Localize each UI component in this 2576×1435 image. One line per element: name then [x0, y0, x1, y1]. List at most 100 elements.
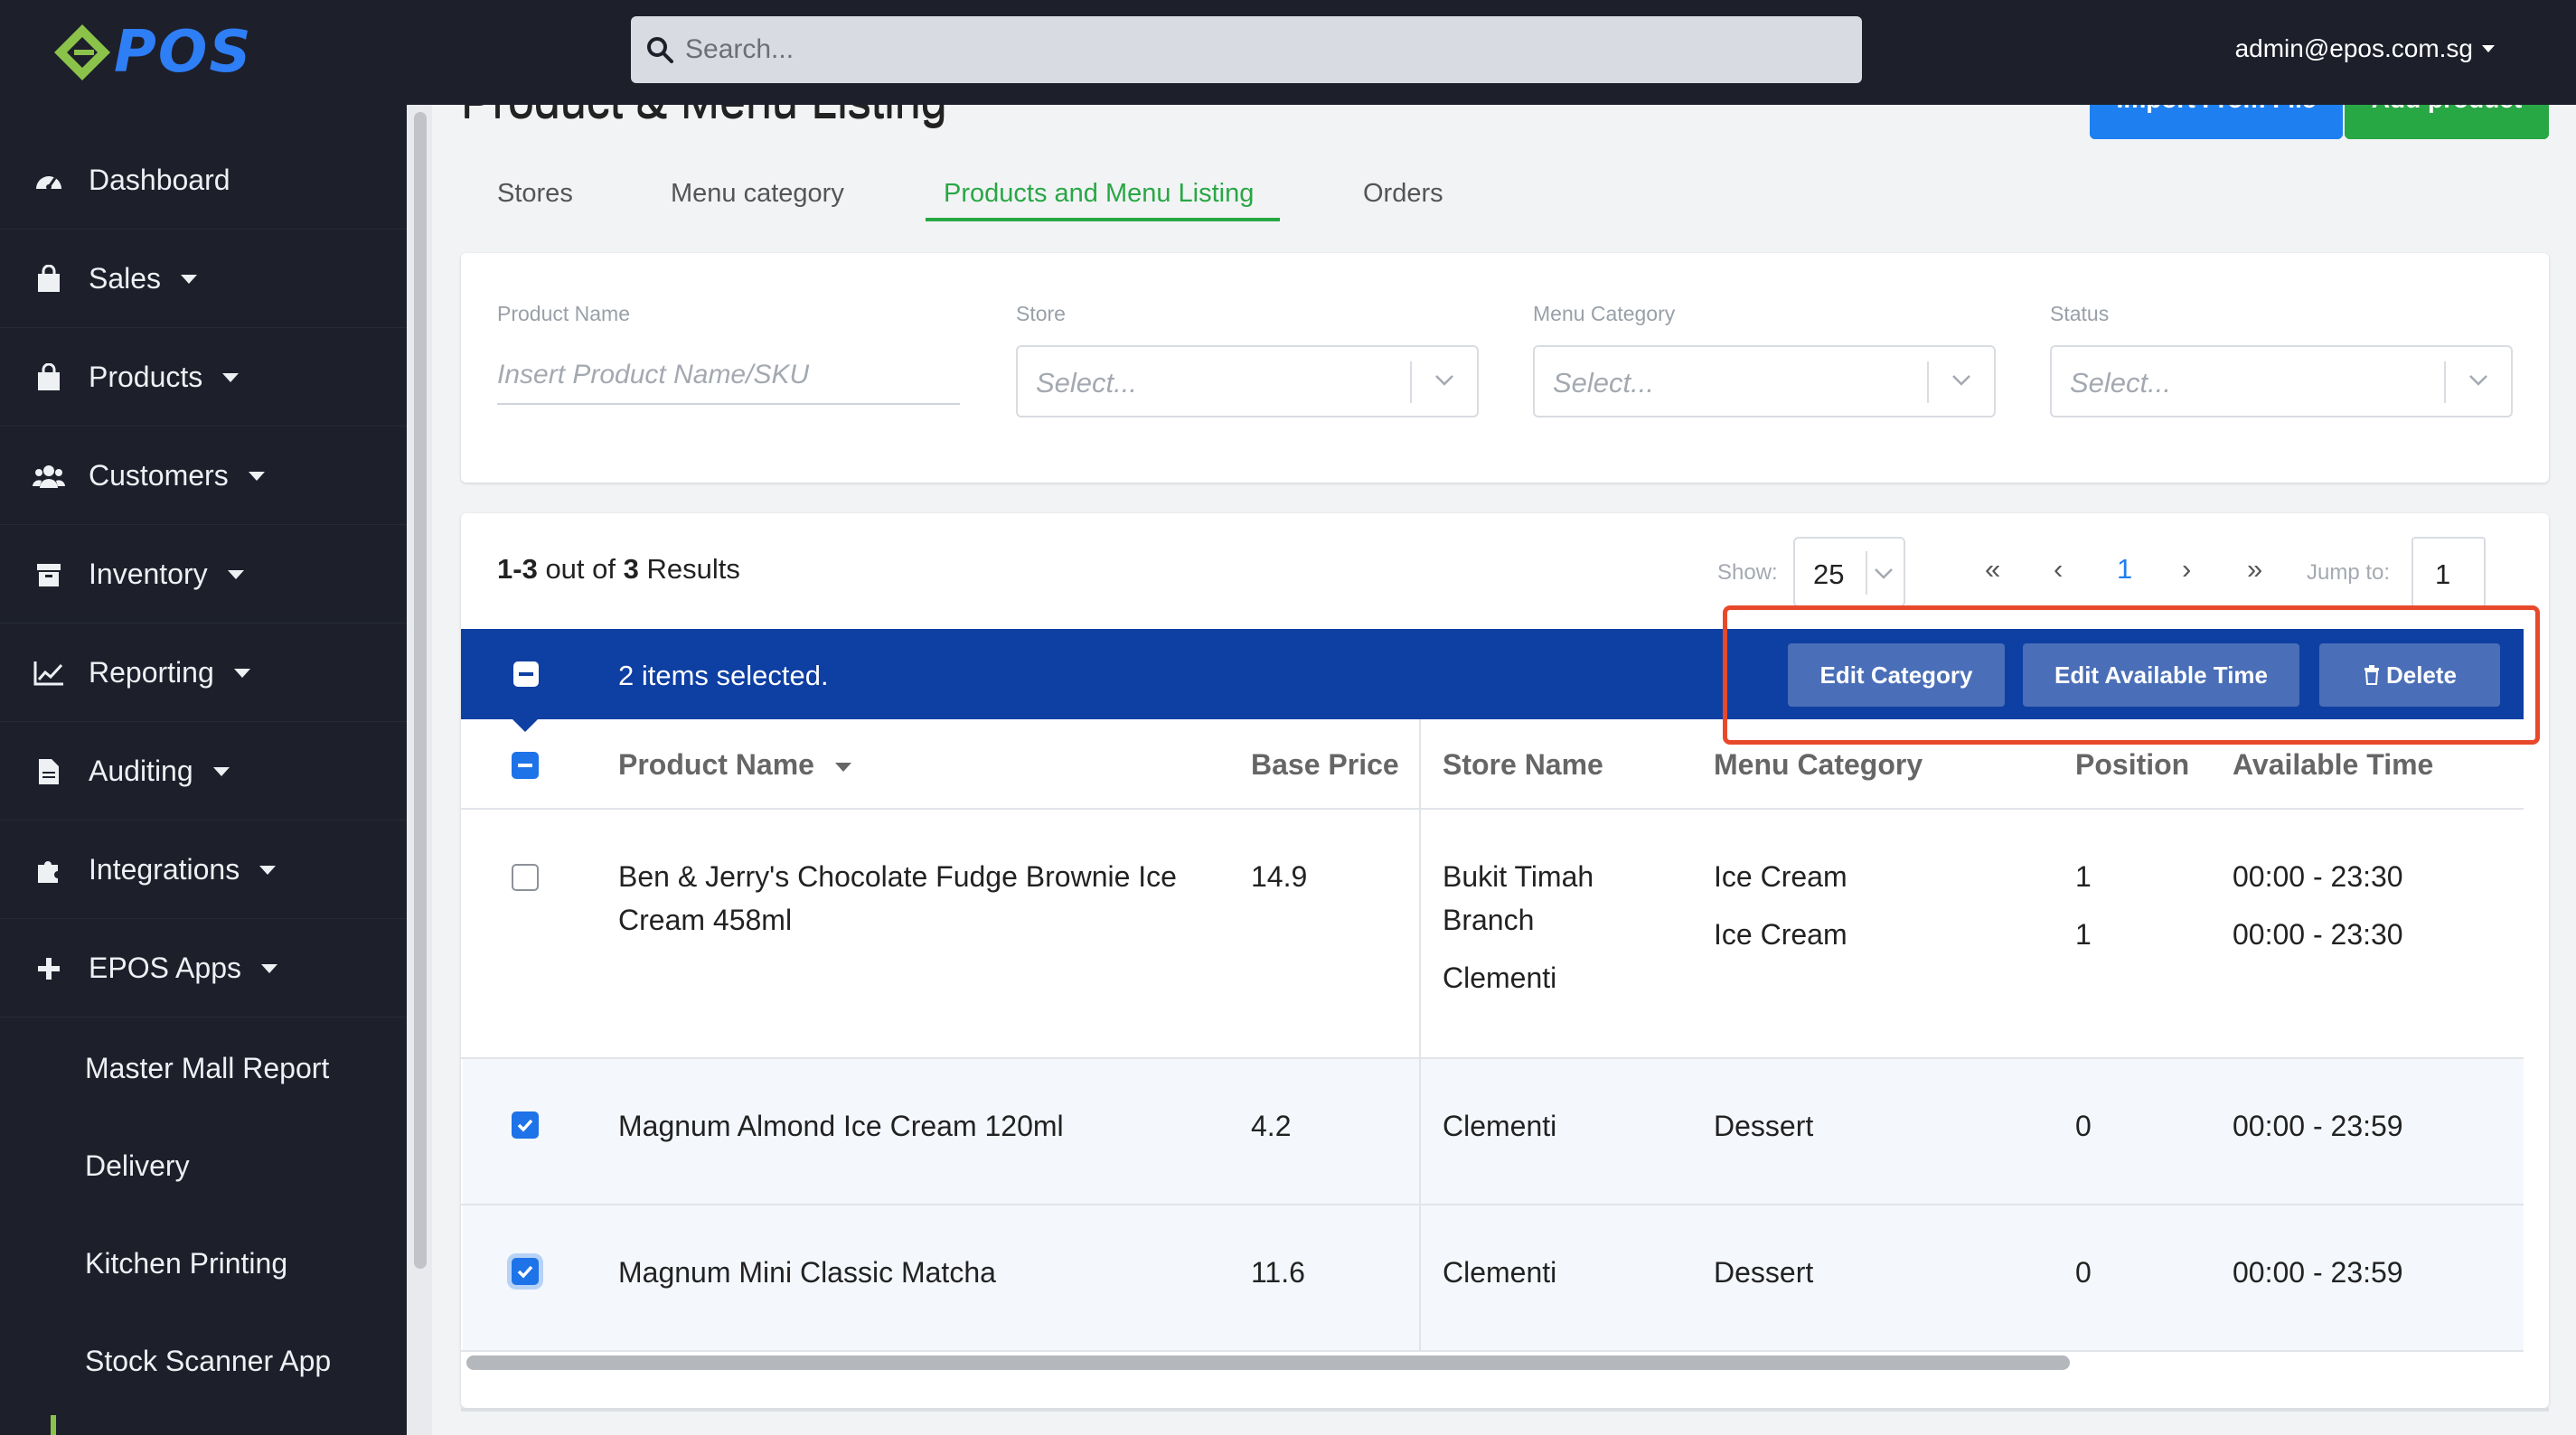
available-time: 00:00 - 23:30 — [2233, 918, 2403, 951]
sidebar-item-reporting[interactable]: Reporting — [0, 624, 407, 722]
sidebar-item-label: Sales — [89, 262, 162, 295]
store-name-cell: Clementi — [1443, 1256, 1557, 1289]
selection-count-text: 2 items selected. — [618, 660, 829, 691]
available-time: 00:00 - 23:30 — [2233, 860, 2403, 893]
product-name-filter-label: Product Name — [497, 302, 631, 325]
tab-menu-category[interactable]: Menu category — [671, 166, 844, 221]
search-input[interactable] — [685, 34, 1770, 65]
sidebar-item-auditing[interactable]: Auditing — [0, 723, 407, 821]
sidebar-subitem-stock-scanner-app[interactable]: Stock Scanner App — [85, 1345, 331, 1378]
jump-to-value: 1 — [2435, 558, 2451, 590]
sidebar-item-integrations[interactable]: Integrations — [0, 821, 407, 919]
shopping-bag-icon — [33, 263, 65, 295]
prev-page-button[interactable]: ‹ — [2054, 553, 2063, 586]
sidebar-item-label: EPOS Apps — [89, 952, 241, 984]
current-page-button[interactable]: 1 — [2117, 553, 2132, 586]
chevron-down-icon — [1875, 568, 1893, 579]
chevron-down-icon — [248, 471, 265, 481]
show-label: Show: — [1717, 560, 1778, 585]
import-from-file-button-visible[interactable]: Import From File — [2090, 105, 2343, 139]
store-name-cell: Clementi — [1443, 1110, 1557, 1142]
chevron-down-icon — [259, 865, 277, 875]
header-menu-category: Menu Category — [1714, 748, 1923, 781]
chevron-down-icon — [260, 963, 277, 973]
results-suffix: Results — [646, 553, 740, 585]
last-page-button[interactable]: » — [2247, 553, 2262, 586]
header-store-name: Store Name — [1443, 748, 1603, 781]
active-indicator — [51, 1415, 56, 1435]
select-all-checkbox[interactable] — [512, 752, 539, 779]
tab-stores[interactable]: Stores — [497, 166, 573, 221]
sidebar-item-label: Reporting — [89, 656, 214, 689]
sidebar-item-sales[interactable]: Sales — [0, 230, 407, 328]
store-name: Clementi — [1443, 961, 1557, 994]
menu-category-filter-label: Menu Category — [1533, 302, 1676, 325]
sidebar-item-inventory[interactable]: Inventory — [0, 526, 407, 624]
store-name: Branch — [1443, 904, 1535, 936]
sort-caret-icon — [834, 762, 851, 772]
user-email: admin@epos.com.sg — [2234, 34, 2473, 62]
row-divider — [461, 1204, 2524, 1205]
epos-logo[interactable]: POS — [52, 22, 252, 83]
search-bar-front[interactable] — [631, 16, 1862, 83]
sidebar-subitem-master-mall-report[interactable]: Master Mall Report — [85, 1052, 329, 1085]
results-out-of: out of — [545, 553, 616, 585]
menu-category: Ice Cream — [1714, 918, 1847, 951]
vertical-scrollbar[interactable] — [414, 112, 427, 1269]
tab-products-and-menu-listing[interactable]: Products and Menu Listing — [944, 166, 1254, 221]
select-separator — [1927, 361, 1929, 403]
sidebar-item-products[interactable]: Products — [0, 329, 407, 427]
add-product-button-visible[interactable]: Add product — [2345, 105, 2549, 139]
select-separator — [1410, 361, 1412, 403]
tab-orders[interactable]: Orders — [1363, 166, 1443, 221]
chevron-down-icon — [2469, 375, 2487, 386]
product-name-cell: Magnum Almond Ice Cream 120ml — [618, 1110, 1064, 1142]
header-available-time: Available Time — [2233, 748, 2434, 781]
sidebar-item-dashboard[interactable]: Dashboard — [0, 132, 407, 230]
sidebar-item-epos-apps[interactable]: EPOS Apps — [0, 920, 407, 1018]
page-size-select[interactable]: 25 — [1793, 537, 1905, 607]
menu-category-cell: Dessert — [1714, 1256, 1814, 1289]
results-count: 1-3 out of 3 Results — [497, 553, 740, 586]
store-select-placeholder: Select... — [1036, 367, 1137, 399]
file-icon — [33, 755, 65, 788]
row-checkbox[interactable] — [512, 864, 539, 891]
position-value: 1 — [2075, 918, 2092, 951]
next-page-button[interactable]: › — [2182, 553, 2191, 586]
chevron-down-icon — [227, 569, 244, 579]
store-select[interactable]: Select... — [1016, 345, 1479, 417]
row-checkbox[interactable] — [512, 1111, 539, 1139]
chevron-down-icon — [2482, 45, 2495, 52]
product-name-line: Ben & Jerry's Chocolate Fudge Brownie Ic… — [618, 860, 1177, 893]
horizontal-scrollbar[interactable] — [466, 1355, 2070, 1370]
chevron-down-icon — [181, 274, 198, 284]
chevron-down-icon — [1952, 375, 1970, 386]
highlight-annotation — [1723, 605, 2540, 745]
sidebar-item-label: Products — [89, 361, 203, 393]
product-name-cell: Magnum Mini Classic Matcha — [618, 1256, 996, 1289]
user-menu-front[interactable]: admin@epos.com.sg — [2235, 34, 2495, 63]
chevron-down-icon — [212, 766, 230, 776]
page-title-visible: Product & Menu Listing — [461, 105, 967, 127]
search-icon — [647, 37, 673, 63]
menu-category-select[interactable]: Select... — [1533, 345, 1996, 417]
status-select[interactable]: Select... — [2050, 345, 2513, 417]
header-divider — [461, 808, 2524, 810]
product-name-line: Cream 458ml — [618, 904, 793, 936]
deselect-all-checkbox[interactable] — [513, 661, 539, 687]
row-checkbox[interactable] — [512, 1258, 539, 1285]
sidebar-item-customers[interactable]: Customers — [0, 427, 407, 525]
status-select-placeholder: Select... — [2070, 367, 2171, 399]
position-cell: 0 — [2075, 1256, 2092, 1289]
sidebar-subitem-delivery[interactable]: Delivery — [85, 1149, 190, 1183]
users-icon — [33, 460, 65, 492]
minus-icon — [518, 764, 532, 767]
product-name-filter-input[interactable] — [497, 347, 960, 405]
header-product-name[interactable]: Product Name — [618, 748, 851, 782]
dashboard-icon — [33, 164, 65, 197]
sidebar-subitem-kitchen-printing[interactable]: Kitchen Printing — [85, 1247, 287, 1280]
jump-to-input[interactable]: 1 — [2411, 537, 2486, 607]
active-tab-underline — [926, 218, 1280, 221]
first-page-button[interactable]: « — [1985, 553, 2000, 586]
store-name-cell: Bukit Timah Branch Clementi — [1443, 855, 1594, 999]
